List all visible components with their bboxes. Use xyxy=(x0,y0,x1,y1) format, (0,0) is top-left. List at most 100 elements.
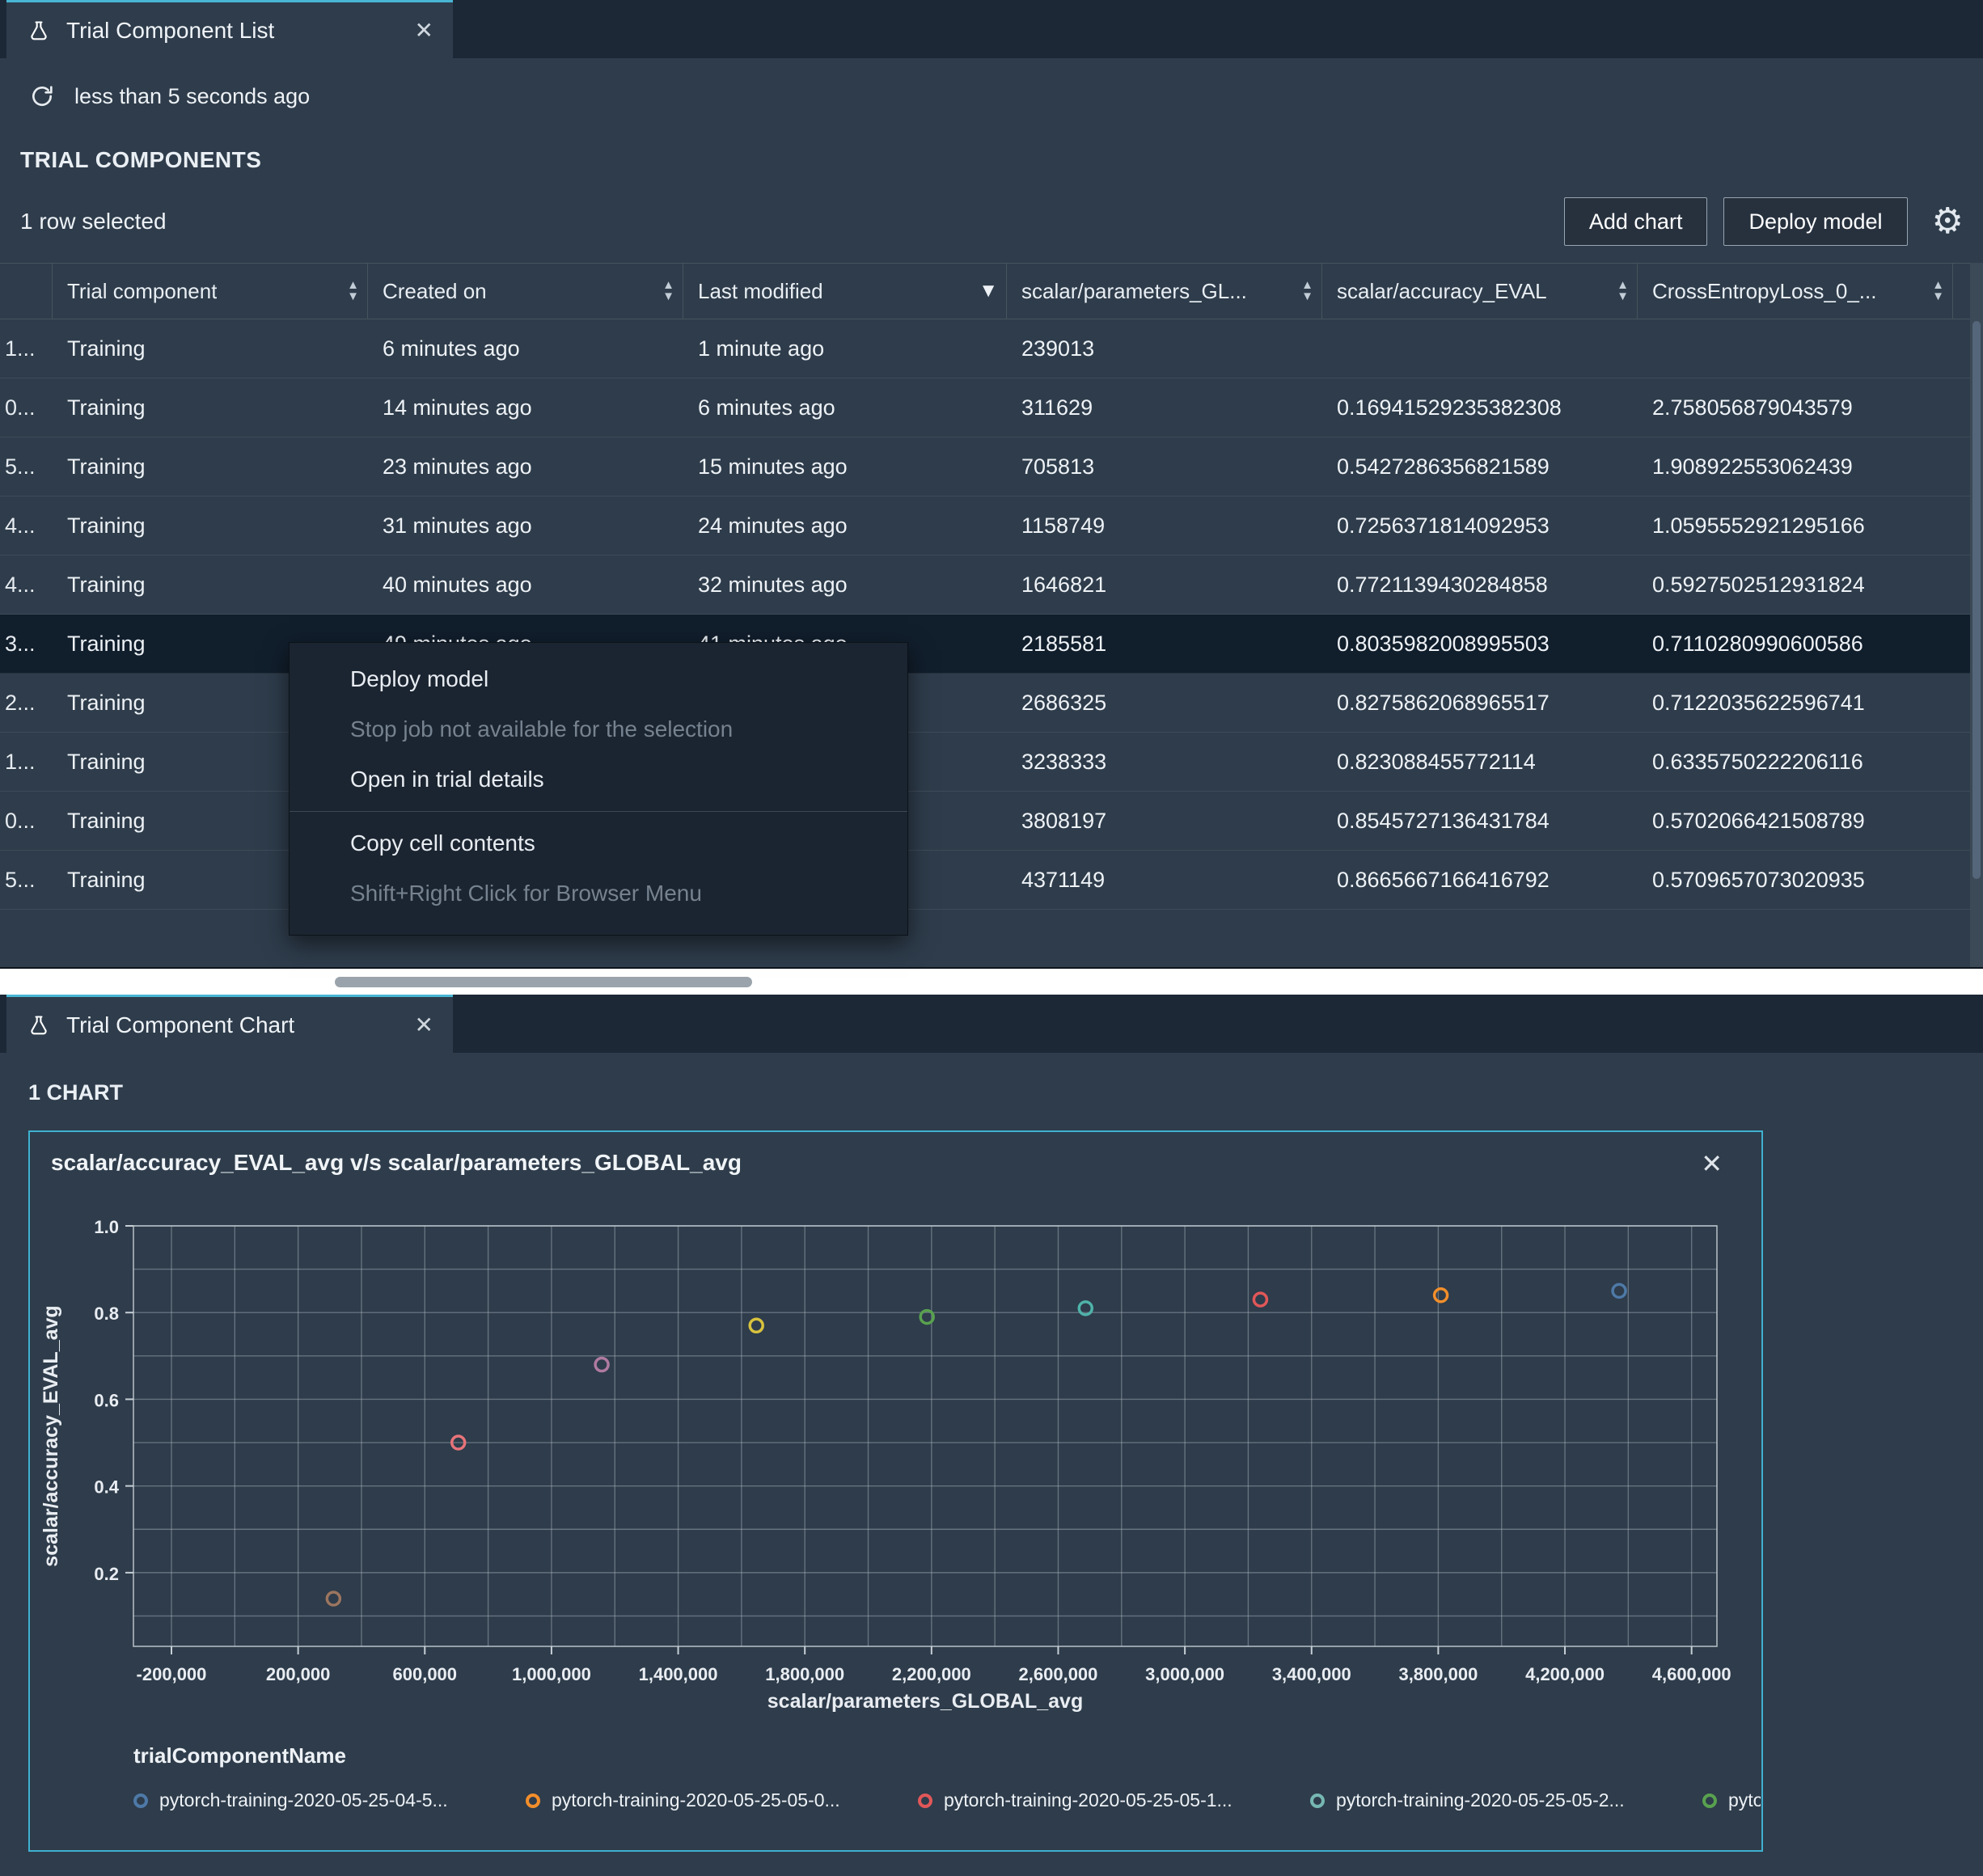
chart-close-icon[interactable]: ✕ xyxy=(1701,1148,1723,1179)
table-cell[interactable]: 1646821 xyxy=(1007,573,1322,598)
legend-item[interactable]: pytorch-training-2020-05-25-05-2... xyxy=(1310,1789,1702,1811)
data-point[interactable] xyxy=(1432,1287,1449,1303)
data-point[interactable] xyxy=(748,1317,764,1334)
table-cell[interactable]: 1... xyxy=(0,750,53,775)
table-cell[interactable]: Training xyxy=(53,336,368,361)
table-cell[interactable]: 3808197 xyxy=(1007,809,1322,834)
table-cell[interactable]: 0.5427286356821589 xyxy=(1322,454,1638,480)
vertical-scrollbar[interactable] xyxy=(1970,263,1983,969)
table-cell[interactable]: 0... xyxy=(0,809,53,834)
table-cell[interactable]: 4371149 xyxy=(1007,868,1322,893)
table-cell[interactable]: 0.5927502512931824 xyxy=(1638,573,1953,598)
deploy-model-button[interactable]: Deploy model xyxy=(1723,197,1908,246)
table-cell[interactable]: 2686325 xyxy=(1007,691,1322,716)
context-menu-item[interactable]: Deploy model xyxy=(290,654,907,704)
table-cell[interactable]: 0.8275862068965517 xyxy=(1322,691,1638,716)
legend-item[interactable]: pytorch-training-2020-05-25-05-0... xyxy=(526,1789,918,1811)
tab-trial-component-list[interactable]: Trial Component List ✕ xyxy=(6,0,453,58)
sort-icon[interactable]: ▲ ▼ xyxy=(1617,279,1629,302)
context-menu-item[interactable]: Open in trial details xyxy=(290,754,907,805)
table-header-row: Trial component ▲ ▼ Created on ▲ ▼ Last modifi… xyxy=(0,263,1970,319)
column-header[interactable]: Trial component ▲ ▼ xyxy=(53,264,368,319)
table-cell[interactable]: 2185581 xyxy=(1007,632,1322,657)
table-cell[interactable]: 40 minutes ago xyxy=(368,573,683,598)
table-cell[interactable]: 31 minutes ago xyxy=(368,513,683,539)
table-cell[interactable]: Training xyxy=(53,513,368,539)
table-row[interactable]: 5... Training 23 minutes ago 15 minutes ago… xyxy=(0,437,1970,496)
table-cell[interactable]: 0.5709657073020935 xyxy=(1638,868,1953,893)
table-cell[interactable]: 6 minutes ago xyxy=(683,395,1007,420)
table-cell[interactable]: 0.6335750222206116 xyxy=(1638,750,1953,775)
table-cell[interactable]: 0.7122035622596741 xyxy=(1638,691,1953,716)
sort-icon[interactable]: ▲ ▼ xyxy=(1301,279,1313,302)
table-cell[interactable]: 0.8545727136431784 xyxy=(1322,809,1638,834)
sort-icon[interactable]: ▲ ▼ xyxy=(1932,279,1944,302)
table-cell[interactable]: 1.0595552921295166 xyxy=(1638,513,1953,539)
legend-item[interactable]: pytor xyxy=(1702,1789,1761,1811)
table-cell[interactable]: 0.823088455772114 xyxy=(1322,750,1638,775)
table-cell[interactable]: 0.16941529235382308 xyxy=(1322,395,1638,420)
table-cell[interactable]: 15 minutes ago xyxy=(683,454,1007,480)
table-cell[interactable]: 1 minute ago xyxy=(683,336,1007,361)
table-cell[interactable]: 239013 xyxy=(1007,336,1322,361)
table-cell[interactable]: 24 minutes ago xyxy=(683,513,1007,539)
table-cell[interactable]: Training xyxy=(53,395,368,420)
table-row[interactable]: 4... Training 31 minutes ago 24 minutes ago… xyxy=(0,496,1970,556)
sort-icon[interactable]: ▲ ▼ xyxy=(662,279,674,302)
column-header[interactable]: scalar/parameters_GL... ▲ ▼ xyxy=(1007,264,1322,319)
column-header[interactable]: CrossEntropyLoss_0_... ▲ ▼ xyxy=(1638,264,1953,319)
table-cell[interactable]: 311629 xyxy=(1007,395,1322,420)
data-point[interactable] xyxy=(1611,1282,1627,1299)
table-row[interactable]: 4... Training 40 minutes ago 32 minutes ago… xyxy=(0,556,1970,615)
table-cell[interactable]: 4... xyxy=(0,513,53,539)
table-cell[interactable]: 0.8035982008995503 xyxy=(1322,632,1638,657)
sort-icon[interactable]: ▲ ▼ xyxy=(347,279,359,302)
table-cell[interactable]: 5... xyxy=(0,454,53,480)
close-icon[interactable]: ✕ xyxy=(415,17,433,44)
table-cell[interactable]: Training xyxy=(53,573,368,598)
column-header[interactable]: Created on ▲ ▼ xyxy=(368,264,683,319)
table-cell[interactable]: 0.7256371814092953 xyxy=(1322,513,1638,539)
gear-icon[interactable]: ⚙ xyxy=(1932,204,1964,239)
table-cell[interactable]: 3238333 xyxy=(1007,750,1322,775)
table-cell[interactable]: 6 minutes ago xyxy=(368,336,683,361)
horizontal-scrollbar-thumb[interactable] xyxy=(335,977,752,987)
chart-card: scalar/accuracy_EVAL_avg v/s scalar/para… xyxy=(28,1130,1763,1852)
sort-desc-icon[interactable]: ▼ xyxy=(979,280,998,302)
table-cell[interactable]: 0.7110280990600586 xyxy=(1638,632,1953,657)
table-row[interactable]: 1... Training 6 minutes ago 1 minute ago 239… xyxy=(0,319,1970,378)
table-cell[interactable]: 0.7721139430284858 xyxy=(1322,573,1638,598)
table-cell[interactable]: 705813 xyxy=(1007,454,1322,480)
table-cell[interactable]: 14 minutes ago xyxy=(368,395,683,420)
data-point[interactable] xyxy=(325,1591,342,1607)
table-cell[interactable]: 0.5702066421508789 xyxy=(1638,809,1953,834)
column-header[interactable]: Last modified ▼ xyxy=(683,264,1007,319)
table-cell[interactable]: 4... xyxy=(0,573,53,598)
refresh-icon[interactable] xyxy=(29,83,55,109)
legend-item[interactable]: pytorch-training-2020-05-25-05-1... xyxy=(918,1789,1310,1811)
table-cell[interactable]: 2.758056879043579 xyxy=(1638,395,1953,420)
table-cell[interactable]: 1... xyxy=(0,336,53,361)
table-cell[interactable]: Training xyxy=(53,454,368,480)
column-header[interactable]: scalar/accuracy_EVAL ▲ ▼ xyxy=(1322,264,1638,319)
vertical-scrollbar-thumb[interactable] xyxy=(1972,321,1981,879)
data-point[interactable] xyxy=(594,1356,610,1373)
table-cell[interactable]: 0... xyxy=(0,395,53,420)
legend-item[interactable]: pytorch-training-2020-05-25-04-5... xyxy=(133,1789,526,1811)
horizontal-scrollbar[interactable] xyxy=(0,967,1983,995)
close-icon[interactable]: ✕ xyxy=(415,1012,433,1038)
context-menu-item[interactable]: Copy cell contents xyxy=(290,818,907,868)
table-cell[interactable]: 3... xyxy=(0,632,53,657)
add-chart-button[interactable]: Add chart xyxy=(1563,197,1708,246)
data-point[interactable] xyxy=(1252,1291,1269,1308)
table-cell[interactable]: 23 minutes ago xyxy=(368,454,683,480)
table-cell[interactable]: 1158749 xyxy=(1007,513,1322,539)
svg-text:600,000: 600,000 xyxy=(393,1664,458,1684)
table-cell[interactable]: 2... xyxy=(0,691,53,716)
table-cell[interactable]: 1.908922553062439 xyxy=(1638,454,1953,480)
table-cell[interactable]: 0.8665667166416792 xyxy=(1322,868,1638,893)
table-row[interactable]: 0... Training 14 minutes ago 6 minutes ago 3… xyxy=(0,378,1970,437)
table-cell[interactable]: 5... xyxy=(0,868,53,893)
tab-trial-component-chart[interactable]: Trial Component Chart ✕ xyxy=(6,995,453,1053)
table-cell[interactable]: 32 minutes ago xyxy=(683,573,1007,598)
